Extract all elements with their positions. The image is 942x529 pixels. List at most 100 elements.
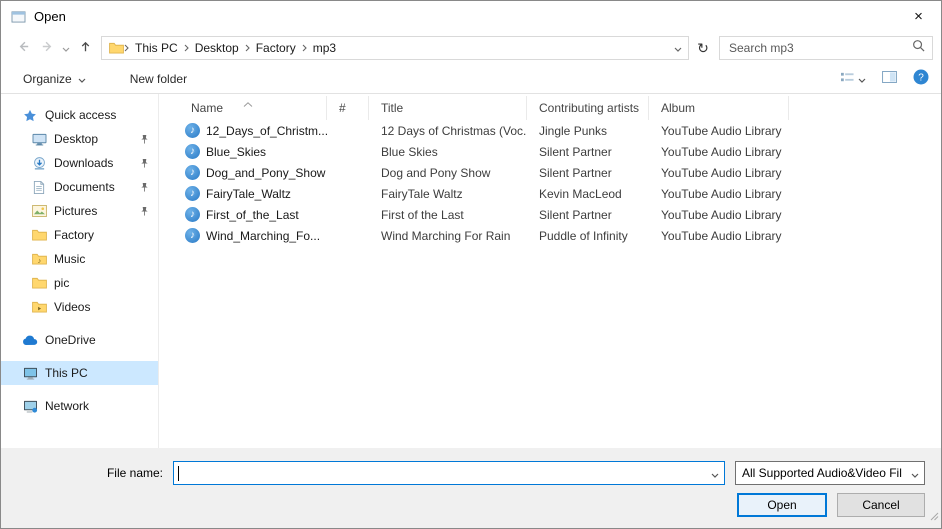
help-button[interactable]: ? bbox=[913, 69, 929, 88]
file-album: YouTube Audio Library bbox=[661, 228, 782, 243]
sidebar-item-label: OneDrive bbox=[45, 333, 96, 347]
file-album: YouTube Audio Library bbox=[661, 186, 782, 201]
open-button[interactable]: Open bbox=[737, 493, 827, 517]
sidebar-item-label: Music bbox=[54, 252, 86, 266]
file-artists: Puddle of Infinity bbox=[539, 228, 628, 243]
sidebar-item-desktop[interactable]: Desktop bbox=[1, 127, 158, 151]
sidebar-item-label: Desktop bbox=[54, 132, 99, 146]
up-button[interactable] bbox=[73, 35, 97, 61]
audio-file-icon: ♪ bbox=[185, 144, 200, 159]
file-row[interactable]: ♪ First_of_the_Last First of the Last Si… bbox=[179, 204, 941, 225]
music-folder-icon: ♪ bbox=[31, 253, 47, 265]
sidebar-item-network[interactable]: Network bbox=[1, 394, 158, 418]
dialog-footer: File name: All Supported Audio&Video Fil… bbox=[1, 448, 941, 528]
videos-folder-icon bbox=[31, 301, 47, 313]
file-name: Blue_Skies bbox=[206, 144, 267, 159]
refresh-icon: ↻ bbox=[697, 39, 709, 56]
navigation-bar: This PC Desktop Factory mp3 ↻ bbox=[1, 31, 941, 64]
file-name-input[interactable] bbox=[179, 462, 706, 484]
sidebar-item-label: pic bbox=[54, 276, 70, 290]
sidebar-item-label: Network bbox=[45, 399, 90, 413]
recent-locations-button[interactable] bbox=[59, 35, 73, 61]
file-artists: Jingle Punks bbox=[539, 123, 608, 138]
sidebar-item-label: Factory bbox=[54, 228, 95, 242]
window-title: Open bbox=[34, 8, 66, 24]
cancel-button[interactable]: Cancel bbox=[837, 493, 925, 517]
file-album: YouTube Audio Library bbox=[661, 165, 782, 180]
file-album: YouTube Audio Library bbox=[661, 144, 782, 159]
sidebar-item-documents[interactable]: Documents bbox=[1, 175, 158, 199]
sidebar-item-quick-access[interactable]: Quick access bbox=[1, 103, 158, 127]
file-title: First of the Last bbox=[381, 207, 464, 222]
column-header-name[interactable]: Name bbox=[179, 96, 327, 120]
sidebar-item-music[interactable]: ♪ Music bbox=[1, 247, 158, 271]
chevron-down-icon bbox=[62, 40, 70, 55]
breadcrumb-factory[interactable]: Factory bbox=[250, 41, 302, 55]
sidebar-item-this-pc[interactable]: This PC bbox=[1, 361, 158, 385]
file-title: FairyTale Waltz bbox=[381, 186, 463, 201]
column-header-title[interactable]: Title bbox=[369, 96, 527, 120]
sidebar-item-factory[interactable]: Factory bbox=[1, 223, 158, 247]
sidebar-item-label: This PC bbox=[45, 366, 88, 380]
file-row[interactable]: ♪ Wind_Marching_Fo... Wind Marching For … bbox=[179, 225, 941, 246]
folder-icon bbox=[31, 277, 47, 289]
breadcrumb-mp3[interactable]: mp3 bbox=[307, 41, 342, 55]
change-view-button[interactable] bbox=[840, 71, 866, 87]
file-title: Dog and Pony Show bbox=[381, 165, 491, 180]
star-icon bbox=[22, 109, 38, 122]
new-folder-button[interactable]: New folder bbox=[120, 64, 197, 93]
chevron-down-icon bbox=[858, 71, 866, 86]
document-icon bbox=[31, 180, 47, 194]
file-name: Wind_Marching_Fo... bbox=[206, 228, 321, 243]
resize-grip[interactable] bbox=[929, 508, 939, 526]
chevron-down-icon bbox=[711, 466, 719, 481]
breadcrumb-desktop[interactable]: Desktop bbox=[189, 41, 245, 55]
file-type-dropdown-button[interactable] bbox=[906, 462, 924, 484]
column-header-number[interactable]: # bbox=[327, 96, 369, 120]
back-button[interactable] bbox=[11, 35, 35, 61]
address-bar[interactable]: This PC Desktop Factory mp3 bbox=[101, 35, 689, 60]
file-type-select[interactable]: All Supported Audio&Video Fil bbox=[735, 461, 925, 485]
file-album: YouTube Audio Library bbox=[661, 123, 782, 138]
file-title: Blue Skies bbox=[381, 144, 438, 159]
audio-file-icon: ♪ bbox=[185, 123, 200, 138]
refresh-button[interactable]: ↻ bbox=[691, 36, 715, 60]
file-name: First_of_the_Last bbox=[206, 207, 299, 222]
column-header-row: Name # Title Contributing artists Album bbox=[179, 96, 941, 120]
file-name-dropdown-button[interactable] bbox=[706, 462, 724, 484]
svg-text:?: ? bbox=[918, 73, 924, 84]
organize-label: Organize bbox=[23, 71, 72, 86]
forward-icon bbox=[40, 39, 55, 57]
breadcrumb-this-pc[interactable]: This PC bbox=[129, 41, 184, 55]
file-name-label: File name: bbox=[106, 466, 163, 480]
file-row[interactable]: ♪ Blue_Skies Blue Skies Silent Partner Y… bbox=[179, 141, 941, 162]
column-header-artists[interactable]: Contributing artists bbox=[527, 96, 649, 120]
address-dropdown-button[interactable] bbox=[668, 37, 688, 59]
pin-icon bbox=[140, 206, 149, 217]
preview-pane-button[interactable] bbox=[882, 71, 897, 86]
file-list[interactable]: Name # Title Contributing artists Album … bbox=[159, 94, 941, 448]
file-row[interactable]: ♪ Dog_and_Pony_Show Dog and Pony Show Si… bbox=[179, 162, 941, 183]
sidebar-item-label: Downloads bbox=[54, 156, 114, 170]
close-button[interactable]: × bbox=[896, 1, 941, 31]
sidebar-item-videos[interactable]: Videos bbox=[1, 295, 158, 319]
sidebar-item-onedrive[interactable]: OneDrive bbox=[1, 328, 158, 352]
file-artists: Silent Partner bbox=[539, 165, 612, 180]
column-header-album[interactable]: Album bbox=[649, 96, 789, 120]
file-row[interactable]: ♪ 12_Days_of_Christm... 12 Days of Chris… bbox=[179, 120, 941, 141]
search-icon[interactable] bbox=[912, 39, 925, 57]
file-artists: Silent Partner bbox=[539, 144, 612, 159]
sidebar-item-pic[interactable]: pic bbox=[1, 271, 158, 295]
organize-button[interactable]: Organize bbox=[13, 64, 96, 93]
sidebar-item-pictures[interactable]: Pictures bbox=[1, 199, 158, 223]
file-name: 12_Days_of_Christm... bbox=[206, 123, 327, 138]
file-name: FairyTale_Waltz bbox=[206, 186, 291, 201]
pictures-icon bbox=[31, 205, 47, 217]
forward-button[interactable] bbox=[35, 35, 59, 61]
file-name: Dog_and_Pony_Show bbox=[206, 165, 326, 180]
chevron-down-icon bbox=[911, 466, 919, 481]
file-row[interactable]: ♪ FairyTale_Waltz FairyTale Waltz Kevin … bbox=[179, 183, 941, 204]
sidebar-item-downloads[interactable]: Downloads bbox=[1, 151, 158, 175]
search-input[interactable] bbox=[727, 39, 912, 56]
file-name-combobox bbox=[173, 461, 725, 485]
